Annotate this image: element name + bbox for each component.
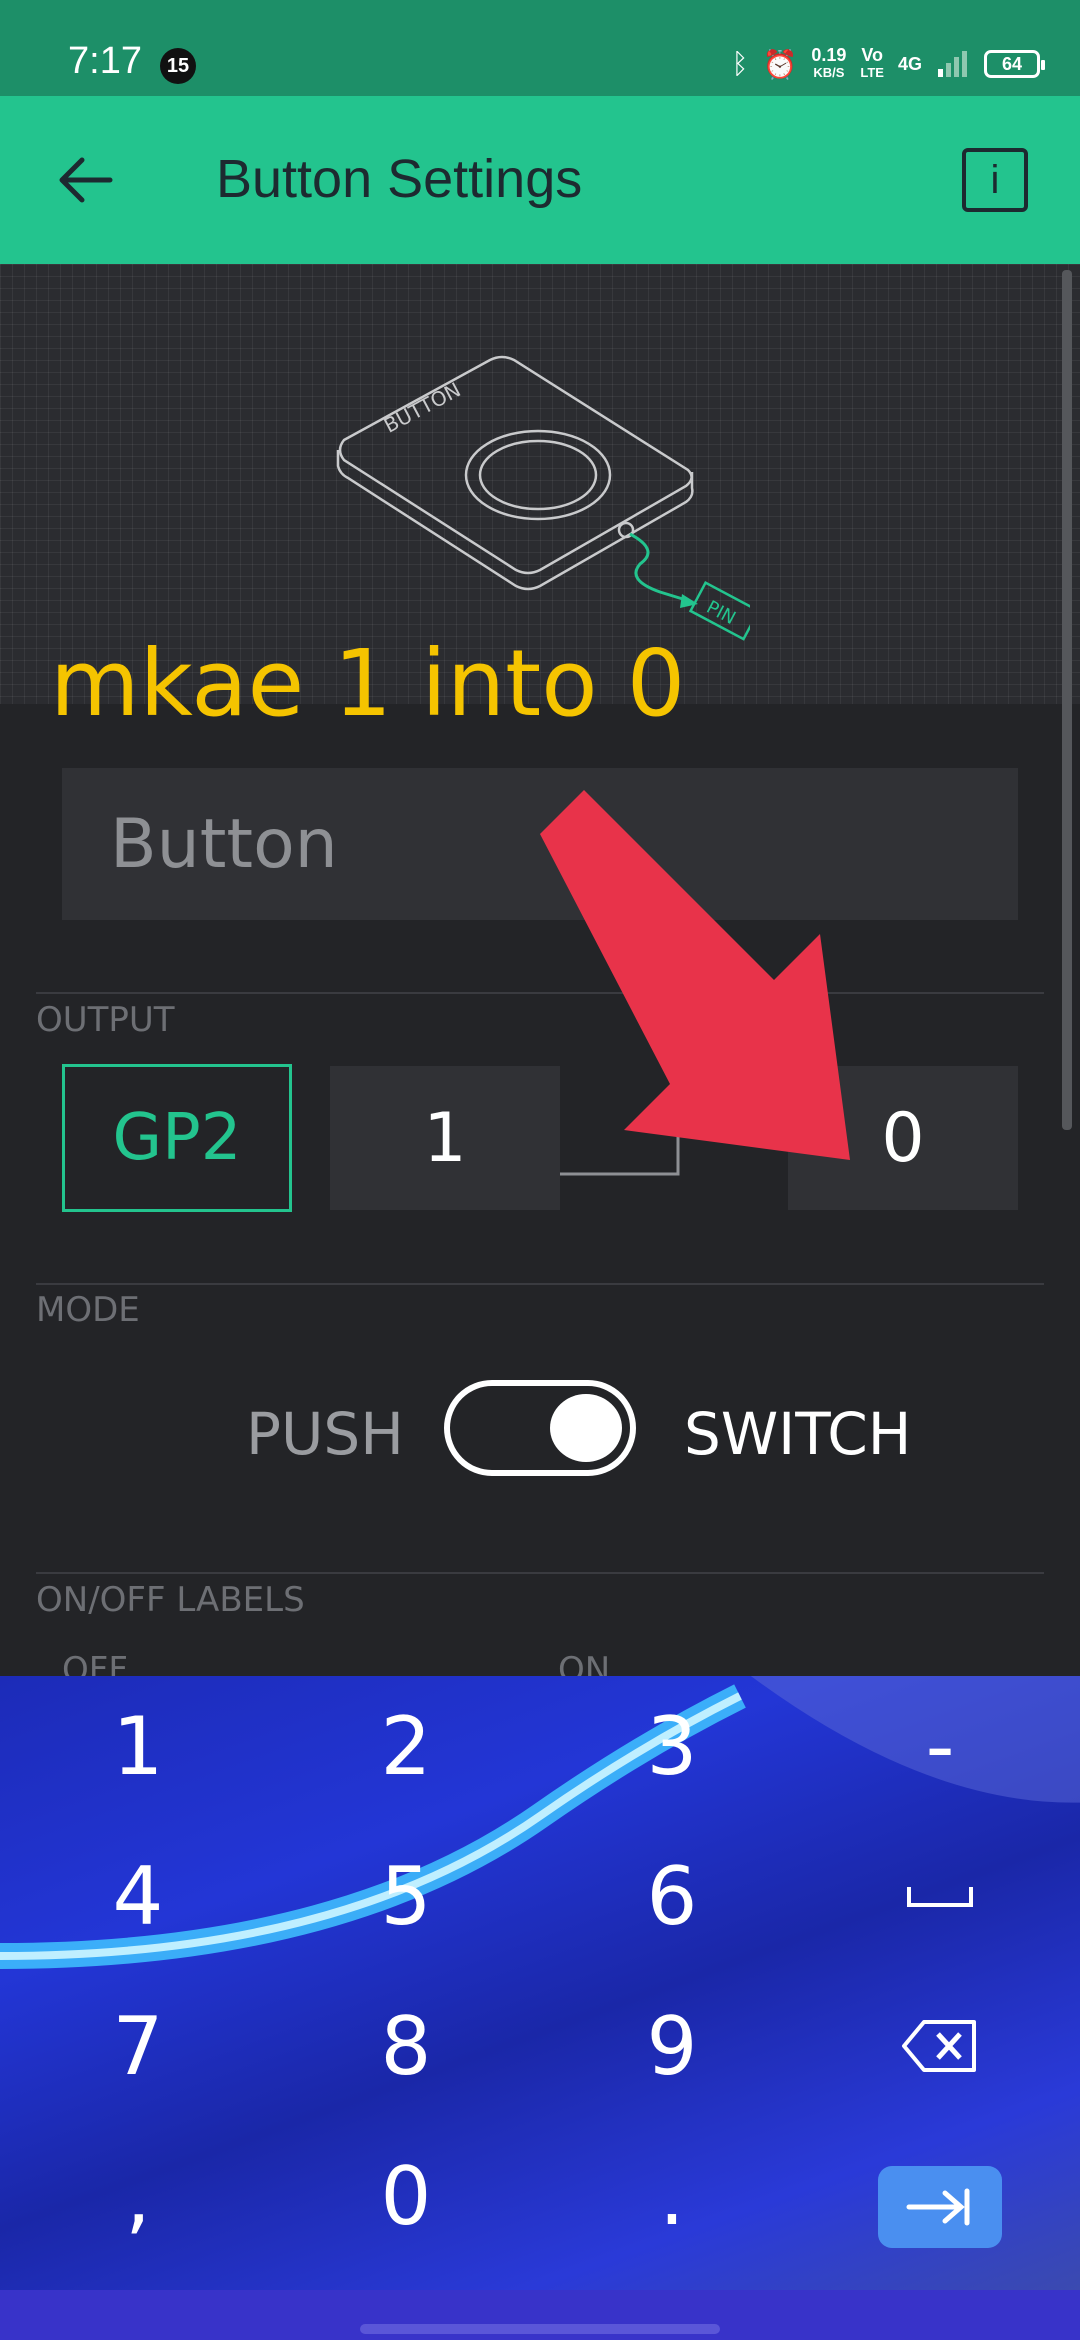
key-3[interactable]: 3: [572, 1686, 772, 1806]
key-backspace[interactable]: [840, 1986, 1040, 2106]
backspace-icon: [902, 2020, 976, 2072]
status-icons: ᛒ ⏰ 0.19 KB/S Vo LTE 4G 64: [731, 44, 1045, 84]
pin-select-button[interactable]: GP2: [62, 1064, 292, 1212]
key-0[interactable]: 0: [306, 2136, 506, 2256]
key-space[interactable]: [840, 1836, 1040, 1956]
data-speed-value: 0.19: [811, 45, 847, 65]
bluetooth-icon: ᛒ: [731, 48, 749, 79]
key-6[interactable]: 6: [572, 1836, 772, 1956]
volte-bottom: LTE: [860, 65, 884, 80]
key-tab-enter[interactable]: [878, 2166, 1002, 2248]
network-type: 4G: [897, 54, 922, 74]
red-annotation-arrow: [540, 790, 850, 1160]
volte-top: Vo: [861, 45, 884, 65]
tab-enter-icon: [906, 2188, 970, 2226]
key-1[interactable]: 1: [38, 1686, 238, 1806]
divider: [36, 1572, 1044, 1574]
volte-icon: Vo LTE: [860, 45, 884, 81]
data-speed-unit: KB/S: [813, 65, 845, 80]
key-minus[interactable]: -: [840, 1686, 1040, 1806]
gesture-handle[interactable]: [360, 2324, 720, 2334]
key-period[interactable]: .: [572, 2136, 772, 2256]
mode-row: PUSH SWITCH: [0, 1380, 1080, 1480]
widget-label-text: BUTTON: [380, 377, 465, 437]
mode-toggle-switch[interactable]: [444, 1380, 636, 1476]
status-bar: 7:17 15 ᛒ ⏰ 0.19 KB/S Vo LTE 4G 64: [0, 0, 1080, 96]
navigation-bar: [0, 2290, 1080, 2340]
status-time: 7:17: [68, 40, 142, 82]
key-7[interactable]: 7: [38, 1986, 238, 2106]
alarm-icon: ⏰: [762, 48, 798, 80]
pin-label-text: PIN: [703, 597, 739, 629]
battery-icon: 64: [984, 50, 1045, 78]
scrollbar[interactable]: [1062, 270, 1072, 1130]
info-icon: i: [990, 157, 1000, 202]
key-2[interactable]: 2: [306, 1686, 506, 1806]
output-low-value-input[interactable]: 1: [330, 1066, 560, 1210]
data-speed: 0.19 KB/S: [811, 45, 847, 81]
numeric-keyboard: 1 2 3 - 4 5 6 7 8 9 , 0 .: [0, 1676, 1080, 2290]
key-5[interactable]: 5: [306, 1836, 506, 1956]
output-section-label: OUTPUT: [36, 1000, 175, 1040]
app-bar: Button Settings i: [0, 96, 1080, 264]
page-title: Button Settings: [216, 149, 583, 209]
annotation-text: mkae 1 into 0: [50, 630, 686, 737]
space-icon: [907, 1887, 973, 1907]
onoff-section-label: ON/OFF LABELS: [36, 1580, 305, 1620]
key-9[interactable]: 9: [572, 1986, 772, 2106]
info-button[interactable]: i: [962, 148, 1028, 212]
key-8[interactable]: 8: [306, 1986, 506, 2106]
button-widget-illustration: BUTTON PIN: [336, 355, 750, 641]
mode-switch-label[interactable]: SWITCH: [684, 1400, 911, 1468]
back-button[interactable]: [46, 140, 126, 220]
key-4[interactable]: 4: [38, 1836, 238, 1956]
mode-section-label: MODE: [36, 1290, 140, 1330]
signal-icon: [938, 51, 967, 77]
divider: [36, 1283, 1044, 1285]
mode-push-label[interactable]: PUSH: [246, 1400, 404, 1468]
key-comma[interactable]: ,: [38, 2136, 238, 2256]
toggle-knob: [550, 1394, 622, 1462]
back-arrow-icon: [59, 157, 113, 203]
notification-badge: 15: [160, 48, 196, 84]
